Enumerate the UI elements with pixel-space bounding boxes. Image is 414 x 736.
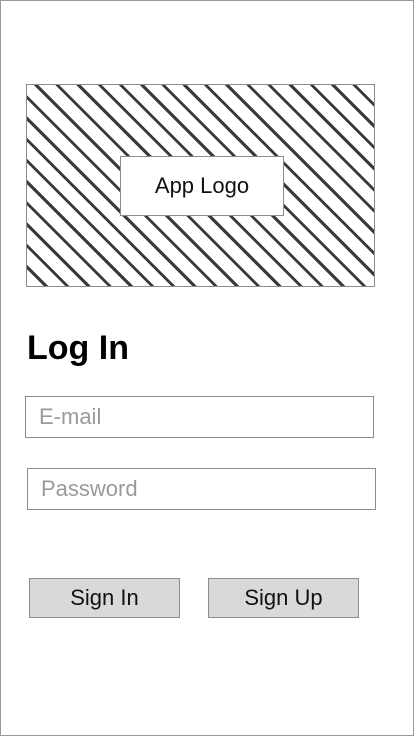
page-title: Log In: [27, 329, 129, 367]
sign-in-button[interactable]: Sign In: [29, 578, 180, 618]
sign-up-button[interactable]: Sign Up: [208, 578, 359, 618]
login-screen: App Logo Log In Sign In Sign Up: [0, 0, 414, 736]
email-field[interactable]: [25, 396, 374, 438]
logo-placeholder-image: App Logo: [26, 84, 375, 287]
app-logo: App Logo: [120, 156, 284, 216]
password-field[interactable]: [27, 468, 376, 510]
